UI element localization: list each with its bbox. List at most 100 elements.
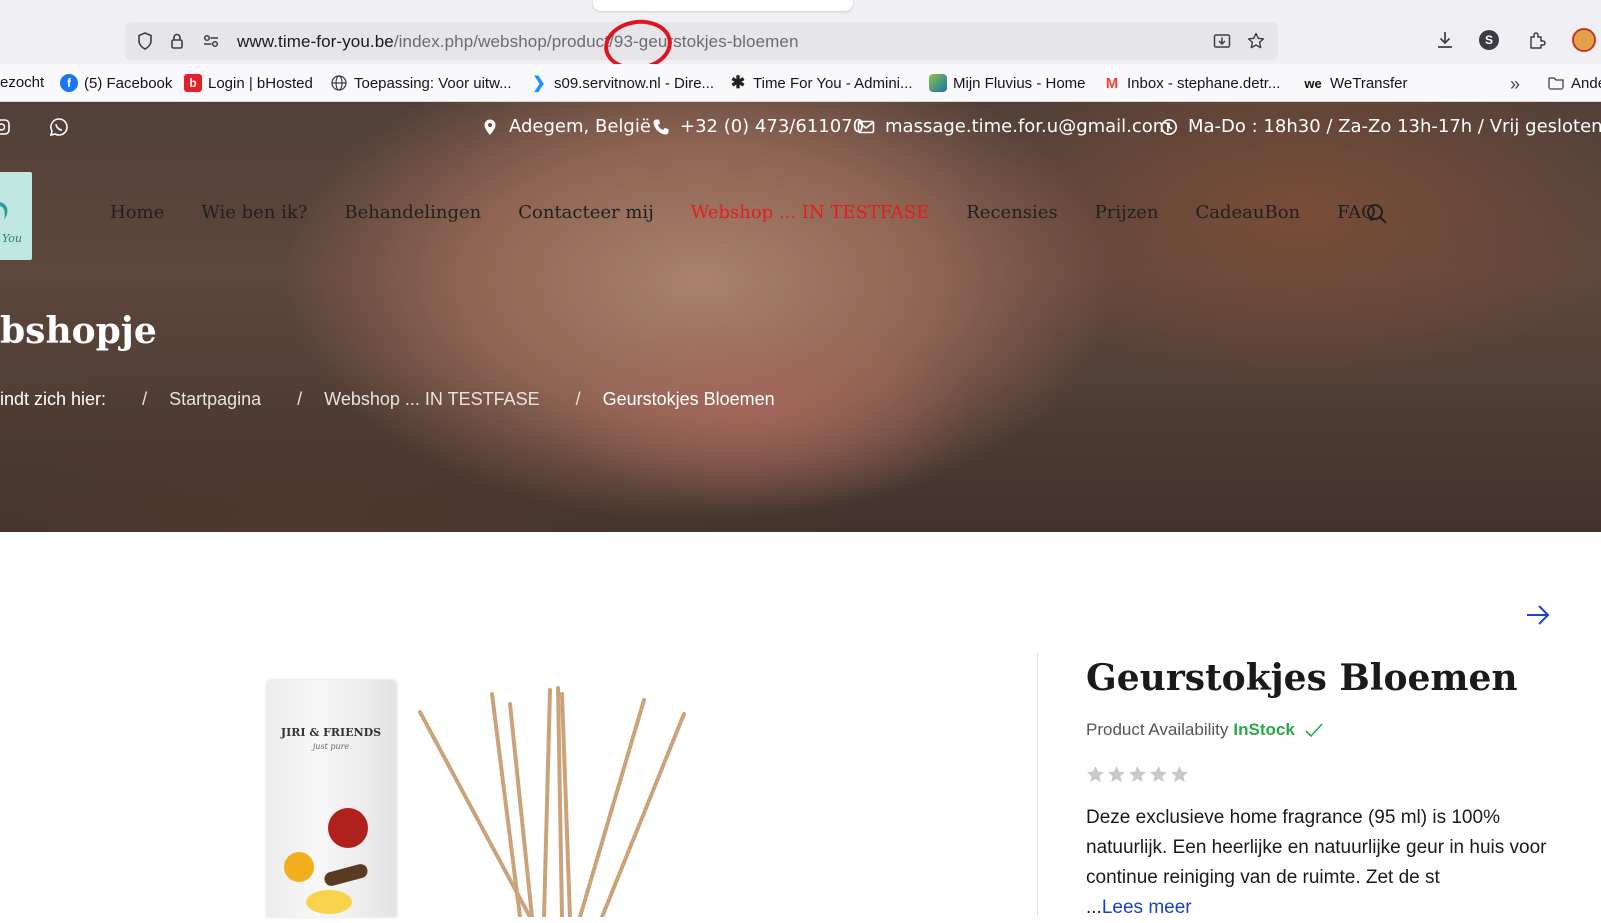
facebook-icon: f bbox=[60, 74, 78, 92]
nav-contacteer-mij[interactable]: Contacteer mij bbox=[518, 202, 654, 223]
location-text: Adegem, België bbox=[509, 116, 651, 137]
downloads-icon[interactable] bbox=[1434, 29, 1456, 51]
bookmark-item[interactable]: ezocht bbox=[0, 74, 44, 91]
search-icon[interactable] bbox=[1365, 202, 1389, 226]
bookmark-label: Login | bHosted bbox=[208, 74, 313, 92]
lotus-logo-icon bbox=[0, 202, 8, 220]
phone-text: +32 (0) 473/611070 bbox=[680, 116, 865, 137]
email-text: massage.time.for.u@gmail.com bbox=[885, 116, 1171, 137]
extension-avatar-icon[interactable] bbox=[1572, 28, 1596, 52]
nav-home[interactable]: Home bbox=[110, 202, 164, 223]
shield-icon[interactable] bbox=[135, 31, 155, 51]
gmail-icon: M bbox=[1105, 74, 1119, 92]
bookmark-item[interactable]: f (5) Facebook bbox=[60, 74, 172, 92]
bookmark-label: (5) Facebook bbox=[84, 74, 173, 92]
main-nav: Home Wie ben ik? Behandelingen Contactee… bbox=[110, 202, 1413, 223]
availability-label: Product Availability bbox=[1086, 720, 1229, 739]
bookmark-item[interactable]: Mijn Fluvius - Home bbox=[929, 74, 1086, 92]
joomla-icon: ✱ bbox=[730, 73, 746, 92]
site-logo[interactable]: You bbox=[0, 172, 32, 260]
checkmark-icon bbox=[1305, 723, 1323, 738]
product-title: Geurstokjes Bloemen bbox=[1086, 657, 1518, 699]
star-icon[interactable] bbox=[1170, 765, 1189, 784]
star-icon[interactable] bbox=[1128, 765, 1147, 784]
bookmark-star-icon[interactable] bbox=[1246, 31, 1266, 51]
next-product-arrow-icon[interactable] bbox=[1525, 604, 1551, 626]
cinnamon-image bbox=[322, 862, 370, 888]
product-package-image[interactable]: JIRI & FRIENDS just pure bbox=[266, 680, 396, 917]
map-pin-icon bbox=[484, 119, 496, 135]
bookmarks-bar: ezocht f (5) Facebook b Login | bHosted To… bbox=[0, 64, 1601, 102]
folder-icon bbox=[1548, 77, 1564, 90]
nav-behandelingen[interactable]: Behandelingen bbox=[344, 202, 481, 223]
bookmark-item[interactable]: M Inbox - stephane.detr... bbox=[1103, 74, 1281, 92]
nav-prijzen[interactable]: Prijzen bbox=[1095, 202, 1159, 223]
star-icon[interactable] bbox=[1086, 765, 1105, 784]
other-bookmarks-folder[interactable]: Ande bbox=[1547, 74, 1601, 92]
product-availability: Product Availability InStock bbox=[1086, 720, 1324, 740]
location-info: Adegem, België bbox=[481, 116, 651, 137]
fluvius-icon bbox=[929, 74, 947, 92]
bookmark-item[interactable]: Toepassing: Voor uitw... bbox=[330, 74, 512, 92]
instagram-icon[interactable] bbox=[0, 118, 14, 136]
breadcrumb-lead: indt zich hier: bbox=[0, 389, 107, 409]
site-permissions-icon[interactable] bbox=[201, 31, 221, 51]
hours-text: Ma-Do : 18h30 / Za-Zo 13h-17h / Vrij ges… bbox=[1188, 116, 1601, 137]
bookmark-label: s09.servitnow.nl - Dire... bbox=[554, 74, 715, 92]
rose-image bbox=[328, 808, 368, 848]
package-brand-text: JIRI & FRIENDS bbox=[280, 726, 382, 739]
logo-text: You bbox=[2, 232, 23, 245]
clock-icon bbox=[1161, 118, 1177, 135]
whatsapp-icon[interactable] bbox=[48, 116, 70, 138]
browser-toolbar: www.time-for-you.be/index.php/webshop/pr… bbox=[0, 0, 1601, 75]
rating-stars[interactable] bbox=[1086, 765, 1189, 784]
bookmark-item[interactable]: ❯ s09.servitnow.nl - Dire... bbox=[530, 74, 715, 93]
breadcrumb-current: Geurstokjes Bloemen bbox=[602, 389, 775, 409]
bookmark-item[interactable]: ✱ Time For You - Admini... bbox=[729, 73, 913, 92]
bookmark-item[interactable]: b Login | bHosted bbox=[184, 74, 313, 92]
nav-cadeaubon[interactable]: CadeauBon bbox=[1195, 202, 1300, 223]
description-text: Deze exclusieve home fragrance (95 ml) i… bbox=[1086, 807, 1547, 888]
envelope-icon bbox=[857, 120, 875, 133]
availability-value: InStock bbox=[1233, 720, 1295, 739]
phone-icon bbox=[653, 119, 669, 134]
phone-info[interactable]: +32 (0) 473/611070 bbox=[652, 116, 864, 137]
servitnow-icon: ❯ bbox=[532, 75, 546, 92]
url-path: /index.php/webshop/product/93-geurstokje… bbox=[393, 32, 799, 51]
bookmark-label: ezocht bbox=[0, 74, 45, 91]
breadcrumb-separator: / bbox=[142, 389, 148, 409]
star-icon[interactable] bbox=[1107, 765, 1126, 784]
star-icon[interactable] bbox=[1149, 765, 1168, 784]
bhosted-icon: b bbox=[184, 74, 202, 92]
bookmark-label: Inbox - stephane.detr... bbox=[1127, 74, 1281, 92]
globe-icon bbox=[331, 75, 347, 91]
email-info[interactable]: massage.time.for.u@gmail.com bbox=[857, 116, 1170, 137]
hero-banner: Adegem, België +32 (0) 473/611070 massag… bbox=[0, 102, 1601, 532]
extensions-icon[interactable] bbox=[1526, 29, 1548, 51]
nav-webshop[interactable]: Webshop ... IN TESTFASE bbox=[691, 202, 929, 223]
package-sub-text: just pure bbox=[312, 742, 350, 751]
breadcrumb-separator: / bbox=[575, 389, 581, 409]
account-badge[interactable]: S bbox=[1479, 30, 1499, 50]
bookmark-label: Ande bbox=[1571, 74, 1601, 92]
install-app-icon[interactable] bbox=[1212, 31, 1232, 51]
flower-image bbox=[306, 890, 352, 914]
breadcrumb-startpagina[interactable]: Startpagina bbox=[169, 389, 261, 410]
orange-image bbox=[284, 852, 314, 882]
bookmarks-overflow-chevron-icon[interactable]: » bbox=[1510, 74, 1520, 95]
product-description: Deze exclusieve home fragrance (95 ml) i… bbox=[1086, 803, 1566, 923]
active-tab[interactable] bbox=[593, 0, 853, 11]
address-bar[interactable]: www.time-for-you.be/index.php/webshop/pr… bbox=[125, 22, 1278, 60]
wetransfer-icon: we bbox=[1304, 75, 1322, 91]
breadcrumb-separator: / bbox=[297, 389, 303, 409]
url-text[interactable]: www.time-for-you.be/index.php/webshop/pr… bbox=[237, 32, 799, 52]
lock-icon[interactable] bbox=[167, 31, 187, 51]
nav-recensies[interactable]: Recensies bbox=[966, 202, 1057, 223]
url-host: www.time-for-you.be bbox=[237, 32, 394, 51]
bookmark-item[interactable]: we WeTransfer bbox=[1302, 74, 1407, 92]
breadcrumb-webshop[interactable]: Webshop ... IN TESTFASE bbox=[324, 389, 539, 410]
hours-info: Ma-Do : 18h30 / Za-Zo 13h-17h / Vrij ges… bbox=[1160, 116, 1601, 137]
bookmark-label: Time For You - Admini... bbox=[753, 74, 913, 92]
read-more-link[interactable]: Lees meer bbox=[1102, 897, 1192, 918]
nav-wie-ben-ik[interactable]: Wie ben ik? bbox=[201, 202, 307, 223]
